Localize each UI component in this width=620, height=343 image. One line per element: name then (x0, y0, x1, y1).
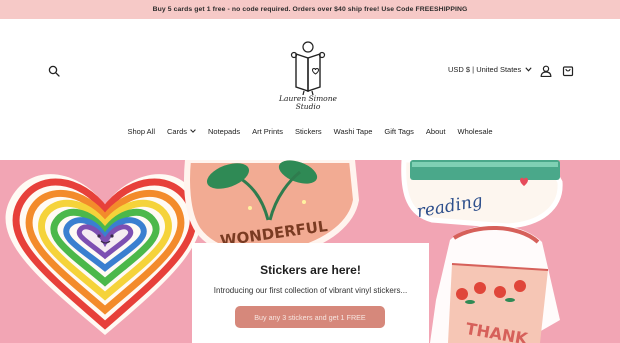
nav-item-art-prints[interactable]: Art Prints (246, 127, 289, 136)
reading-sticker: reading (401, 160, 563, 229)
currency-label: USD $ | United States (448, 65, 522, 74)
promo-card: Stickers are here! Introducing our first… (192, 243, 429, 343)
main-navigation: Shop All Cards Notepads Art Prints Stick… (0, 124, 620, 138)
nav-item-shop-all[interactable]: Shop All (121, 127, 161, 136)
site-logo[interactable]: Lauren Simone Studio (270, 39, 346, 119)
user-icon (540, 65, 552, 77)
nav-item-gift-tags[interactable]: Gift Tags (378, 127, 419, 136)
cart-button[interactable] (559, 62, 577, 80)
search-button[interactable] (45, 62, 63, 80)
logo-line-2: Studio (295, 102, 321, 111)
thank-basket-sticker: THANK (430, 225, 560, 343)
chevron-down-icon (525, 67, 532, 72)
nav-item-about[interactable]: About (420, 127, 452, 136)
bag-icon (562, 66, 574, 77)
currency-selector[interactable]: USD $ | United States (448, 65, 532, 74)
chevron-down-icon (190, 129, 196, 133)
book-reader-logo-icon (290, 41, 326, 96)
nav-item-cards-label: Cards (167, 126, 188, 136)
nav-item-notepads[interactable]: Notepads (202, 127, 246, 136)
announcement-text: Buy 5 cards get 1 free - no code require… (152, 6, 468, 13)
nav-item-cards[interactable]: Cards (161, 127, 202, 136)
announcement-bar: Buy 5 cards get 1 free - no code require… (0, 0, 620, 19)
search-icon (48, 65, 60, 77)
wonderful-sticker: WONDERFUL (184, 160, 360, 259)
promo-description: Introducing our first collection of vibr… (213, 286, 408, 295)
promo-title: Stickers are here! (260, 263, 361, 277)
nav-item-wholesale[interactable]: Wholesale (452, 127, 499, 136)
site-header: Lauren Simone Studio USD $ | United Stat… (0, 19, 620, 119)
logo-text: Lauren Simone Studio (270, 95, 346, 111)
promo-cta-button[interactable]: Buy any 3 stickers and get 1 FREE (235, 306, 385, 328)
rainbow-heart-sticker (5, 174, 202, 335)
nav-item-stickers[interactable]: Stickers (289, 127, 328, 136)
account-button[interactable] (537, 62, 555, 80)
nav-item-washi-tape[interactable]: Washi Tape (328, 127, 379, 136)
